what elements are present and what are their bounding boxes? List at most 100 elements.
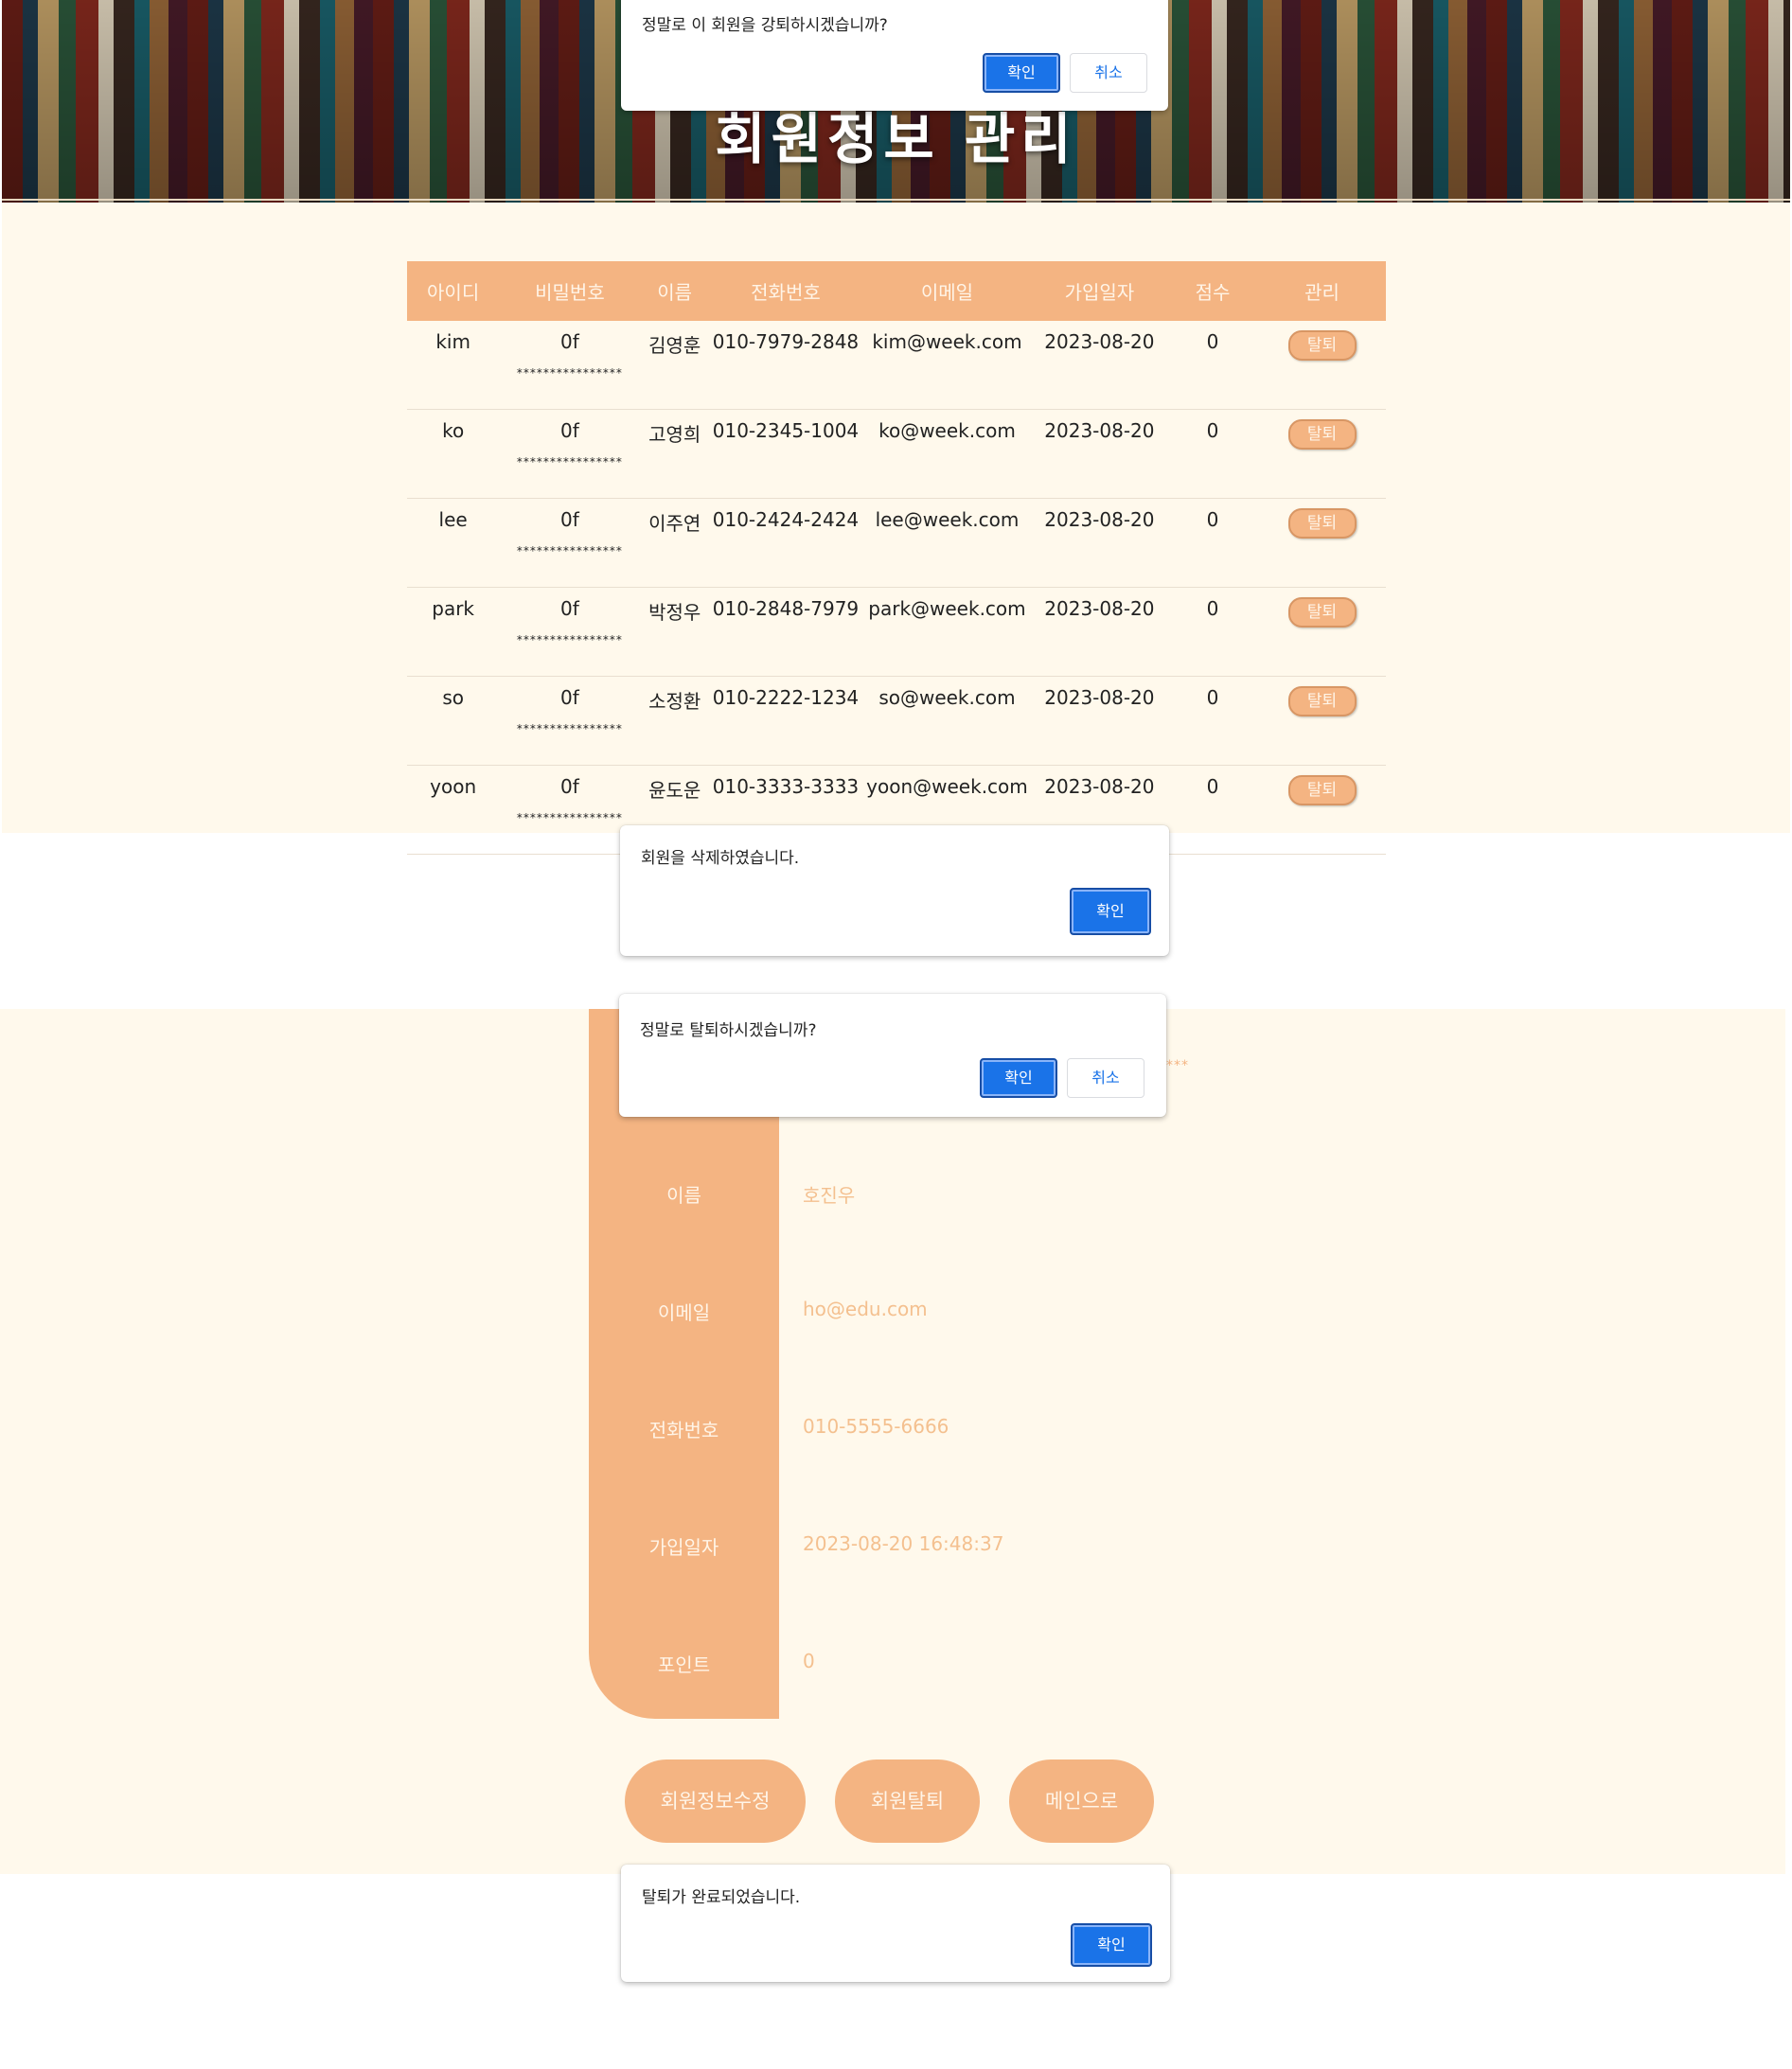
cell-email: park@week.com <box>862 587 1032 677</box>
password-mask: **************** <box>516 544 623 557</box>
cell-joined: 2023-08-20 <box>1031 498 1167 588</box>
withdraw-member-button[interactable]: 탈퇴 <box>1287 775 1357 805</box>
banner-divider <box>2 199 1790 201</box>
cell-id: ko <box>407 409 500 499</box>
cell-manage: 탈퇴 <box>1258 321 1386 410</box>
cell-phone: 010-2345-1004 <box>708 409 863 499</box>
label-points: 포인트 <box>657 1653 711 1676</box>
withdraw-complete-alert-dialog: 탈퇴가 완료되었습니다. 확인 <box>621 1865 1170 1982</box>
column-header-joined: 가입일자 <box>1064 281 1135 304</box>
column-header-phone: 전화번호 <box>751 281 821 304</box>
member-admin-section: 아이디 비밀번호 이름 전화번호 이메일 가입일자 점수 관리 kim 0f **… <box>2 203 1790 855</box>
cell-phone: 010-2424-2424 <box>708 498 863 588</box>
cell-manage: 탈퇴 <box>1258 409 1386 499</box>
cell-score: 0 <box>1167 587 1259 677</box>
value-email: ho@edu.com <box>803 1298 928 1320</box>
dialog-message: 탈퇴가 완료되었습니다. <box>642 1888 801 1907</box>
cell-manage: 탈퇴 <box>1258 498 1386 588</box>
cell-name: 소정환 <box>640 676 709 766</box>
dialog-ok-button[interactable]: 확인 <box>1070 888 1151 935</box>
withdraw-confirm-dialog: 정말로 탈퇴하시겠습니까? 확인 취소 <box>619 994 1166 1117</box>
column-header-email: 이메일 <box>920 281 974 304</box>
table-row: ko 0f **************** 고영희 010-2345-1004 … <box>407 409 1386 499</box>
value-name: 호진우 <box>803 1184 856 1207</box>
cell-name: 박정우 <box>640 587 709 677</box>
withdraw-member-button[interactable]: 탈퇴 <box>1287 597 1357 628</box>
password-mask: **************** <box>516 811 623 824</box>
my-page-section: *** 이름 호진우 이메일 ho@edu.com 전화번호 010-5555-… <box>0 1009 1785 1874</box>
dialog-ok-button[interactable]: 확인 <box>980 1058 1057 1098</box>
cell-score: 0 <box>1167 498 1259 588</box>
label-phone: 전화번호 <box>648 1419 719 1441</box>
password-mask: **************** <box>516 633 623 646</box>
table-row: lee 0f **************** 이주연 010-2424-2424… <box>407 498 1386 588</box>
member-table: 아이디 비밀번호 이름 전화번호 이메일 가입일자 점수 관리 kim 0f **… <box>407 261 1386 855</box>
password-value: 0f <box>560 597 579 620</box>
cell-joined: 2023-08-20 <box>1031 321 1167 410</box>
dialog-ok-button[interactable]: 확인 <box>1071 1923 1152 1967</box>
cell-manage: 탈퇴 <box>1258 765 1386 855</box>
withdraw-member-button[interactable]: 탈퇴 <box>1287 419 1357 450</box>
password-mask-trail: *** <box>1166 1058 1189 1073</box>
cell-id: lee <box>407 498 500 588</box>
cell-password: 0f **************** <box>499 409 641 499</box>
table-row: so 0f **************** 소정환 010-2222-1234 … <box>407 676 1386 766</box>
cell-phone: 010-7979-2848 <box>708 321 863 410</box>
table-header-row: 아이디 비밀번호 이름 전화번호 이메일 가입일자 점수 관리 <box>407 261 1386 321</box>
cell-id: park <box>407 587 500 677</box>
cell-email: kim@week.com <box>862 321 1032 410</box>
cell-score: 0 <box>1167 409 1259 499</box>
value-points: 0 <box>803 1650 815 1672</box>
dialog-message: 회원을 삭제하였습니다. <box>641 849 800 868</box>
cell-joined: 2023-08-20 <box>1031 587 1167 677</box>
withdraw-member-button[interactable]: 탈퇴 <box>1287 508 1357 539</box>
force-delete-confirm-dialog: 정말로 이 회원을 강퇴하시겠습니까? 확인 취소 <box>621 0 1168 111</box>
label-joined: 가입일자 <box>648 1536 719 1559</box>
table-row: park 0f **************** 박정우 010-2848-797… <box>407 587 1386 677</box>
dialog-message: 정말로 탈퇴하시겠습니까? <box>640 1021 817 1040</box>
cell-password: 0f **************** <box>499 587 641 677</box>
password-mask: **************** <box>516 455 623 469</box>
password-value: 0f <box>560 508 579 531</box>
column-header-name: 이름 <box>657 281 693 304</box>
password-value: 0f <box>560 686 579 709</box>
value-joined: 2023-08-20 16:48:37 <box>803 1532 1004 1555</box>
cell-email: ko@week.com <box>862 409 1032 499</box>
cell-manage: 탈퇴 <box>1258 676 1386 766</box>
dialog-cancel-button[interactable]: 취소 <box>1070 53 1147 93</box>
password-value: 0f <box>560 419 579 442</box>
column-header-id: 아이디 <box>427 281 480 304</box>
cell-name: 이주연 <box>640 498 709 588</box>
value-phone: 010-5555-6666 <box>803 1415 949 1438</box>
table-row: kim 0f **************** 김영훈 010-7979-2848… <box>407 321 1386 410</box>
cell-id: yoon <box>407 765 500 855</box>
cell-phone: 010-2848-7979 <box>708 587 863 677</box>
cell-joined: 2023-08-20 <box>1031 676 1167 766</box>
cell-score: 0 <box>1167 765 1259 855</box>
withdraw-member-button[interactable]: 탈퇴 <box>1287 330 1357 361</box>
member-deleted-alert-dialog: 회원을 삭제하였습니다. 확인 <box>620 825 1169 956</box>
withdraw-member-button[interactable]: 탈퇴 <box>1287 686 1357 716</box>
go-main-button[interactable]: 메인으로 <box>1009 1760 1154 1843</box>
cell-manage: 탈퇴 <box>1258 587 1386 677</box>
cell-email: lee@week.com <box>862 498 1032 588</box>
cell-score: 0 <box>1167 321 1259 410</box>
cell-joined: 2023-08-20 <box>1031 409 1167 499</box>
cell-score: 0 <box>1167 676 1259 766</box>
password-value: 0f <box>560 330 579 353</box>
password-mask: **************** <box>516 366 623 380</box>
dialog-message: 정말로 이 회원을 강퇴하시겠습니까? <box>642 16 888 35</box>
cell-id: kim <box>407 321 500 410</box>
cell-password: 0f **************** <box>499 498 641 588</box>
cell-email: so@week.com <box>862 676 1032 766</box>
dialog-cancel-button[interactable]: 취소 <box>1067 1058 1144 1098</box>
column-header-manage: 관리 <box>1304 281 1340 304</box>
cell-phone: 010-2222-1234 <box>708 676 863 766</box>
edit-profile-button[interactable]: 회원정보수정 <box>625 1760 806 1843</box>
label-email: 이메일 <box>657 1301 711 1324</box>
withdraw-account-button[interactable]: 회원탈퇴 <box>835 1760 980 1843</box>
dialog-ok-button[interactable]: 확인 <box>983 53 1060 93</box>
column-header-password: 비밀번호 <box>535 281 605 304</box>
cell-password: 0f **************** <box>499 321 641 410</box>
cell-id: so <box>407 676 500 766</box>
